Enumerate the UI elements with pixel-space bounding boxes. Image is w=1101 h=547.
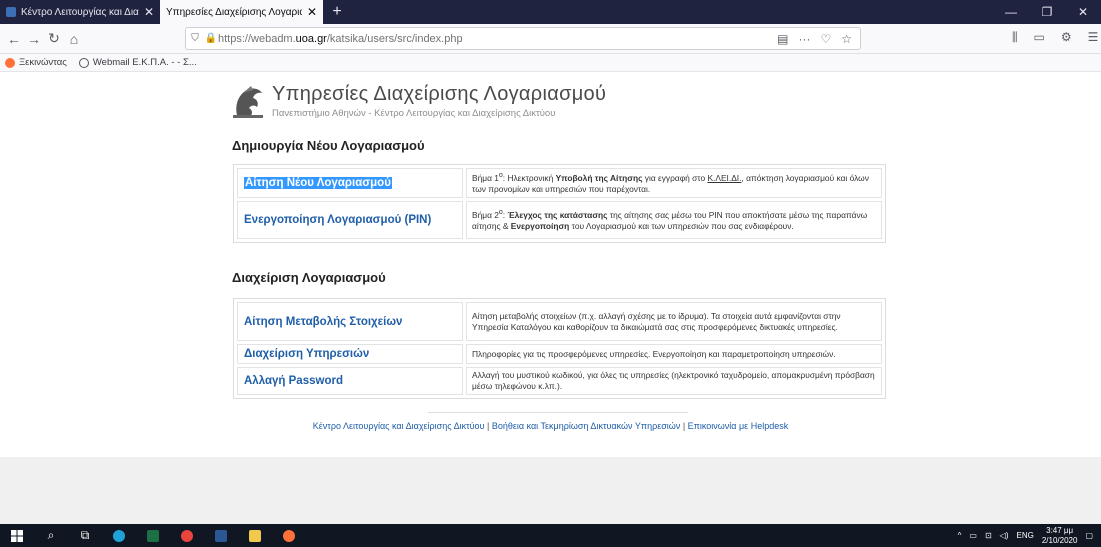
kleidi-link[interactable]: Κ.ΛΕΙ.ΔΙ. xyxy=(707,173,741,183)
section-title-new-account: Δημιουργία Νέου Λογαριασμού xyxy=(232,138,425,153)
windows-taskbar: ⌕ ⧉ ^ ▭ ⊡ ◁) ENG 3:47 μμ 2/10/2020 ▢ xyxy=(0,524,1101,547)
sidebar-icon[interactable]: ▭ xyxy=(1034,30,1045,45)
address-bar[interactable]: ⛉ 🔒 https://webadm.uoa.gr/katsika/users/… xyxy=(185,27,861,50)
show-hidden-icons-icon[interactable]: ^ xyxy=(958,531,962,540)
site-subtitle: Πανεπιστήμιο Αθηνών - Κέντρο Λειτουργίας… xyxy=(272,108,556,119)
clock[interactable]: 3:47 μμ 2/10/2020 xyxy=(1042,526,1078,544)
browser-tab-bar: Κέντρο Λειτουργίας και Διαχεί ✕ Υπηρεσίε… xyxy=(0,0,1101,24)
tab-title: Κέντρο Λειτουργίας και Διαχεί xyxy=(21,6,139,18)
page-actions-icon[interactable]: ··· xyxy=(798,32,810,46)
bookmark-getting-started[interactable]: Ξεκινώντας xyxy=(5,57,67,68)
footer-link-help[interactable]: Βοήθεια και Τεκμηρίωση Δικτυακών Υπηρεσι… xyxy=(492,421,680,431)
globe-icon xyxy=(78,57,89,68)
navigation-toolbar: ← → ↻ ⌂ ⛉ 🔒 https://webadm.uoa.gr/katsik… xyxy=(0,24,1101,54)
lock-icon[interactable]: 🔒 xyxy=(204,33,218,44)
word-icon[interactable] xyxy=(208,524,234,547)
firefox-taskbar-icon[interactable] xyxy=(276,524,302,547)
battery-icon[interactable]: ▭ xyxy=(969,531,977,540)
row-description: Αίτηση μεταβολής στοιχείων (π.χ. αλλαγή … xyxy=(466,302,882,341)
bookmark-star-icon[interactable]: ☆ xyxy=(841,32,852,46)
section-title-manage-account: Διαχείριση Λογαριασμού xyxy=(232,270,386,285)
close-tab-icon[interactable]: ✕ xyxy=(144,5,154,19)
table-row: Αίτηση Νέου Λογαριασμού Βήμα 1ο: Ηλεκτρο… xyxy=(237,168,882,198)
notifications-icon[interactable]: ▢ xyxy=(1085,531,1093,540)
account-activation-pin-link[interactable]: Ενεργοποίηση Λογαριασμού (PIN) xyxy=(237,200,463,239)
new-account-table: Αίτηση Νέου Λογαριασμού Βήμα 1ο: Ηλεκτρο… xyxy=(233,164,886,243)
site-header: Υπηρεσίες Διαχείρισης Λογαριασμού Πανεπι… xyxy=(229,81,829,125)
network-icon[interactable]: ⊡ xyxy=(985,531,992,540)
home-icon[interactable]: ⌂ xyxy=(64,31,84,47)
manage-account-table: Αίτηση Μεταβολής Στοιχείων Αίτηση μεταβο… xyxy=(233,298,886,399)
table-row: Αίτηση Μεταβολής Στοιχείων Αίτηση μεταβο… xyxy=(237,302,882,341)
reload-icon[interactable]: ↻ xyxy=(44,30,64,47)
system-tray: ^ ▭ ⊡ ◁) ENG 3:47 μμ 2/10/2020 ▢ xyxy=(958,526,1101,544)
restore-icon[interactable]: ❐ xyxy=(1029,0,1065,24)
window-controls: — ❐ ✕ xyxy=(993,0,1101,24)
bookmarks-toolbar: Ξεκινώντας Webmail Ε.Κ.Π.Α. - - Σ... xyxy=(0,54,1101,72)
new-tab-button[interactable]: + xyxy=(323,0,351,24)
extensions-icon[interactable]: ⚙ xyxy=(1061,30,1072,45)
page-bottom-area xyxy=(0,457,1101,524)
site-title: Υπηρεσίες Διαχείρισης Λογαριασμού xyxy=(272,83,607,105)
minimize-icon[interactable]: — xyxy=(993,0,1029,24)
row-description: Βήμα 2ο: Έλεγχος της κατάστασης της αίτη… xyxy=(466,200,882,239)
footer-link-kentro[interactable]: Κέντρο Λειτουργίας και Διαχείρισης Δικτύ… xyxy=(313,421,485,431)
footer-divider xyxy=(428,412,688,413)
web-page: Υπηρεσίες Διαχείρισης Λογαριασμού Πανεπι… xyxy=(0,72,1101,457)
excel-icon[interactable] xyxy=(140,524,166,547)
edge-icon[interactable] xyxy=(106,524,132,547)
row-description: Αλλαγή του μυστικού κωδικού, για όλες τι… xyxy=(466,367,882,395)
search-icon[interactable]: ⌕ xyxy=(38,524,64,547)
manage-services-link[interactable]: Διαχείριση Υπηρεσιών xyxy=(237,344,463,364)
close-window-icon[interactable]: ✕ xyxy=(1065,0,1101,24)
task-view-icon[interactable]: ⧉ xyxy=(72,524,98,547)
close-tab-icon[interactable]: ✕ xyxy=(307,5,317,19)
table-row: Διαχείριση Υπηρεσιών Πληροφορίες για τις… xyxy=(237,344,882,364)
site-favicon-icon xyxy=(6,7,16,17)
tab-ypiresies-diaxeirisis[interactable]: Υπηρεσίες Διαχείρισης Λογαριασμ ✕ xyxy=(160,0,323,24)
menu-icon[interactable]: ☰ xyxy=(1088,30,1099,45)
uoa-athena-logo-icon xyxy=(233,86,263,118)
row-description: Πληροφορίες για τις προσφερόμενες υπηρεσ… xyxy=(466,344,882,364)
reader-view-icon[interactable]: ▤ xyxy=(777,32,788,46)
forward-arrow-icon[interactable]: → xyxy=(24,31,44,47)
new-account-request-link[interactable]: Αίτηση Νέου Λογαριασμού xyxy=(237,168,463,198)
library-icon[interactable]: ⫼ xyxy=(1012,30,1018,45)
row-description: Βήμα 1ο: Ηλεκτρονική Υποβολή της Αίτησης… xyxy=(466,168,882,198)
table-row: Αλλαγή Password Αλλαγή του μυστικού κωδι… xyxy=(237,367,882,395)
volume-icon[interactable]: ◁) xyxy=(1000,531,1009,540)
tab-kentro-leitourgias[interactable]: Κέντρο Λειτουργίας και Διαχεί ✕ xyxy=(0,0,160,24)
chrome-icon[interactable] xyxy=(174,524,200,547)
url-text: https://webadm.uoa.gr/katsika/users/src/… xyxy=(218,32,463,45)
windows-start-icon[interactable] xyxy=(4,524,30,547)
footer-links: Κέντρο Λειτουργίας και Διαχείρισης Δικτύ… xyxy=(312,421,789,431)
pocket-icon[interactable]: ♡ xyxy=(820,32,831,46)
bookmark-webmail[interactable]: Webmail Ε.Κ.Π.Α. - - Σ... xyxy=(78,57,197,68)
file-explorer-icon[interactable] xyxy=(242,524,268,547)
change-password-link[interactable]: Αλλαγή Password xyxy=(237,367,463,395)
tracking-shield-icon[interactable]: ⛉ xyxy=(186,33,204,44)
language-indicator[interactable]: ENG xyxy=(1017,531,1034,540)
firefox-icon xyxy=(5,57,15,68)
back-arrow-icon[interactable]: ← xyxy=(4,31,24,47)
footer-link-helpdesk[interactable]: Επικοινωνία με Helpdesk xyxy=(688,421,789,431)
change-details-request-link[interactable]: Αίτηση Μεταβολής Στοιχείων xyxy=(237,302,463,341)
table-row: Ενεργοποίηση Λογαριασμού (PIN) Βήμα 2ο: … xyxy=(237,200,882,239)
tab-title: Υπηρεσίες Διαχείρισης Λογαριασμ xyxy=(166,6,302,18)
